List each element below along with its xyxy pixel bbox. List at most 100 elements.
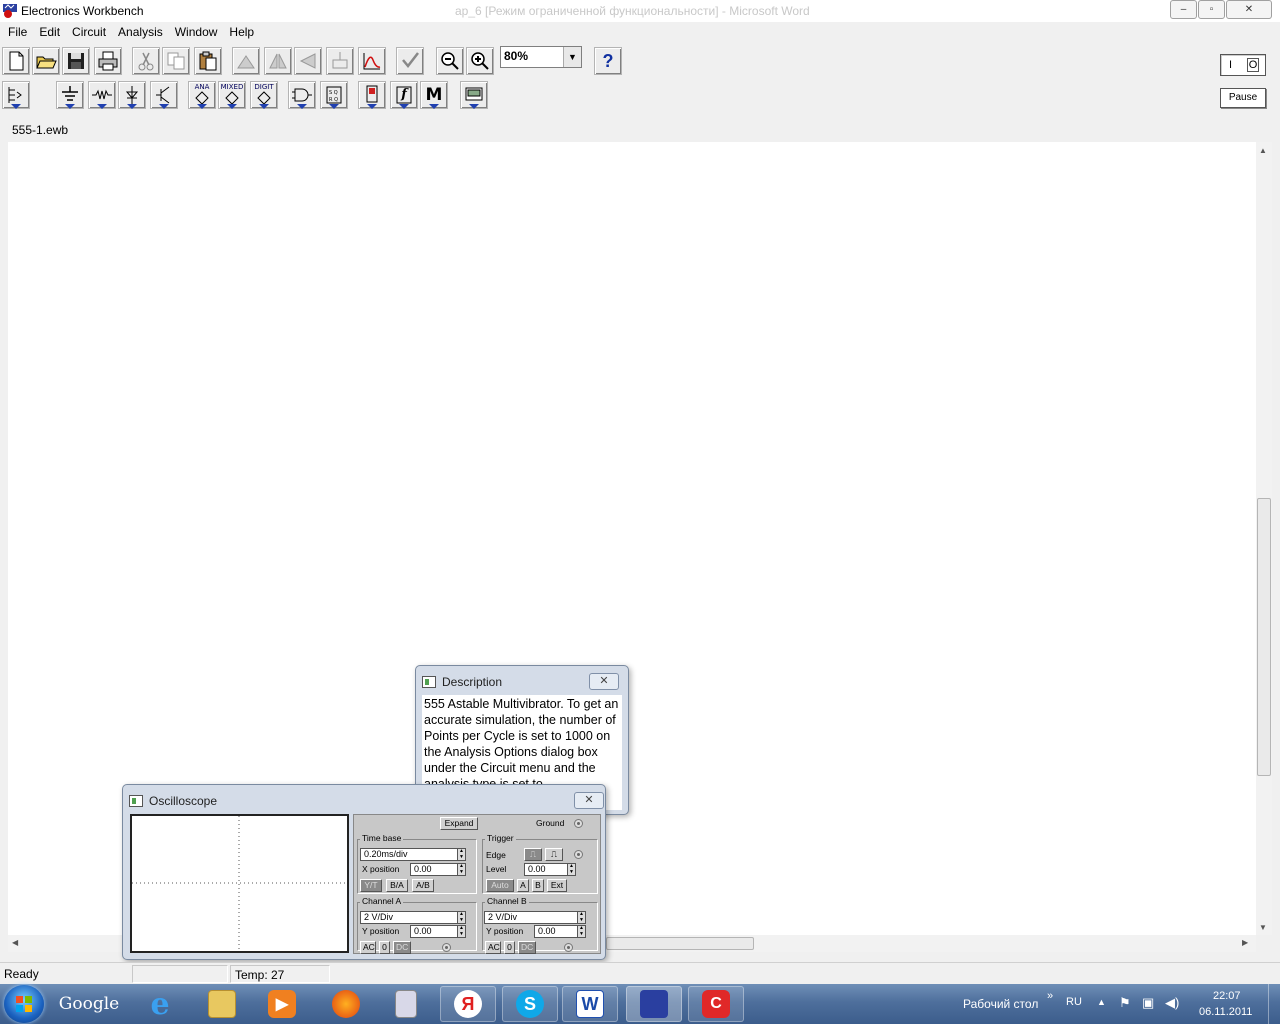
description-title-bar[interactable]: Description — [422, 672, 502, 692]
language-indicator[interactable]: RU — [1066, 996, 1082, 1008]
google-taskbar-button[interactable]: Google — [58, 986, 120, 1022]
rising-edge-button[interactable]: ⎍ — [524, 848, 542, 861]
controls-bin-button[interactable]: f — [390, 81, 418, 109]
channel-a-ypos-input[interactable]: 0.00 ▲ ▼ — [410, 925, 466, 938]
trigger-a-button[interactable]: A — [517, 879, 529, 892]
calculator-taskbar-button[interactable] — [378, 986, 434, 1022]
channel-b-dc-button[interactable]: DC — [518, 941, 536, 954]
spinner-icon[interactable]: ▲ ▼ — [457, 863, 466, 876]
channel-b-ypos-input[interactable]: 0.00 ▲ ▼ — [534, 925, 586, 938]
skype-taskbar-button[interactable]: S — [502, 986, 558, 1022]
menu-edit[interactable]: Edit — [33, 25, 66, 39]
app-taskbar-button[interactable]: C — [688, 986, 744, 1022]
transistors-bin-button[interactable] — [150, 81, 178, 109]
vertical-scroll-thumb[interactable] — [1257, 498, 1271, 776]
save-button[interactable] — [62, 47, 90, 75]
ewb-taskbar-button[interactable] — [626, 986, 682, 1022]
scroll-right-icon[interactable]: ▶ — [1242, 938, 1248, 947]
miscellaneous-bin-button[interactable]: M — [420, 81, 448, 109]
media-player-taskbar-button[interactable]: ▶ — [254, 986, 310, 1022]
minimize-button[interactable]: – — [1170, 0, 1197, 19]
analog-ics-bin-button[interactable]: ANA — [188, 81, 216, 109]
channel-b-zero-button[interactable]: 0 — [504, 941, 515, 954]
sources-bin-button[interactable] — [56, 81, 84, 109]
vertical-scrollbar[interactable]: ▲ ▼ — [1256, 142, 1272, 935]
spinner-icon[interactable]: ▲ ▼ — [567, 863, 576, 876]
start-button[interactable] — [4, 985, 44, 1023]
spinner-icon[interactable]: ▲ ▼ — [457, 925, 466, 938]
channel-a-ac-button[interactable]: AC — [360, 941, 376, 954]
menu-window[interactable]: Window — [169, 25, 224, 39]
power-switch[interactable]: I O — [1220, 54, 1266, 76]
channel-a-scale-input[interactable]: 2 V/Div ▲ ▼ — [360, 911, 466, 924]
horizontal-scroll-thumb[interactable] — [606, 937, 754, 950]
open-file-button[interactable] — [32, 47, 60, 75]
menu-help[interactable]: Help — [223, 25, 260, 39]
instruments-bin-button[interactable] — [460, 81, 488, 109]
menu-analysis[interactable]: Analysis — [112, 25, 169, 39]
clock-date[interactable]: 06.11.2011 — [1199, 1006, 1252, 1018]
logic-gates-bin-button[interactable] — [288, 81, 316, 109]
mixed-ics-bin-button[interactable]: MIXED — [218, 81, 246, 109]
expand-button[interactable]: Expand — [440, 817, 478, 830]
tray-expand-icon[interactable]: ▲ — [1097, 997, 1106, 1007]
trigger-b-button[interactable]: B — [532, 879, 544, 892]
channel-a-dc-button[interactable]: DC — [393, 941, 411, 954]
falling-edge-button[interactable]: ⎍ — [545, 848, 563, 861]
ground-terminal[interactable] — [574, 819, 583, 828]
channel-a-terminal[interactable] — [442, 943, 451, 952]
help-button[interactable]: ? — [594, 47, 622, 75]
explorer-taskbar-button[interactable] — [194, 986, 250, 1022]
basic-bin-button[interactable] — [88, 81, 116, 109]
scroll-down-icon[interactable]: ▼ — [1259, 923, 1267, 932]
trigger-auto-button[interactable]: Auto — [486, 879, 514, 892]
ie-taskbar-button[interactable]: e — [132, 986, 188, 1022]
ab-mode-button[interactable]: A/B — [412, 879, 434, 892]
x-position-input[interactable]: 0.00 ▲ ▼ — [410, 863, 466, 876]
chevron-down-icon[interactable]: ▼ — [563, 47, 581, 67]
menu-file[interactable]: File — [2, 25, 33, 39]
oscilloscope-close-button[interactable]: ✕ — [574, 792, 604, 809]
channel-b-ac-button[interactable]: AC — [485, 941, 501, 954]
oscilloscope-title-bar[interactable]: Oscilloscope — [129, 791, 217, 811]
zoom-in-button[interactable] — [466, 47, 494, 75]
volume-icon[interactable]: ◀) — [1165, 995, 1179, 1011]
toolbar-chevron[interactable]: » — [1047, 990, 1053, 1002]
paste-button[interactable] — [194, 47, 222, 75]
new-file-button[interactable] — [2, 47, 30, 75]
scroll-left-icon[interactable]: ◀ — [12, 938, 18, 947]
level-input[interactable]: 0.00 ▲ ▼ — [524, 863, 576, 876]
network-icon[interactable]: ▣ — [1142, 995, 1154, 1011]
favorites-bin-button[interactable] — [2, 81, 30, 109]
flip-vertical-button[interactable] — [294, 47, 322, 75]
maximize-button[interactable]: ▫ — [1198, 0, 1225, 19]
zoom-select[interactable]: 80% ▼ — [500, 46, 582, 68]
rotate-button[interactable] — [232, 47, 260, 75]
pause-button[interactable]: Pause — [1220, 88, 1266, 108]
component-properties-button[interactable] — [396, 47, 424, 75]
diodes-bin-button[interactable] — [118, 81, 146, 109]
yt-mode-button[interactable]: Y/T — [360, 879, 382, 892]
flip-horizontal-button[interactable] — [264, 47, 292, 75]
digital-ics-bin-button[interactable]: DIGIT — [250, 81, 278, 109]
trigger-terminal[interactable] — [574, 850, 583, 859]
indicators-bin-button[interactable] — [358, 81, 386, 109]
firefox-taskbar-button[interactable] — [318, 986, 374, 1022]
channel-b-terminal[interactable] — [564, 943, 573, 952]
channel-b-scale-input[interactable]: 2 V/Div ▲ ▼ — [484, 911, 586, 924]
description-close-button[interactable]: ✕ — [589, 673, 619, 690]
menu-circuit[interactable]: Circuit — [66, 25, 112, 39]
analysis-graphs-button[interactable] — [358, 47, 386, 75]
yandex-taskbar-button[interactable]: Я — [440, 986, 496, 1022]
close-button[interactable]: ✕ — [1226, 0, 1272, 19]
ba-mode-button[interactable]: B/A — [386, 879, 408, 892]
spinner-icon[interactable]: ▲ ▼ — [457, 848, 466, 861]
cut-button[interactable] — [132, 47, 160, 75]
flag-icon[interactable]: ⚑ — [1119, 995, 1131, 1011]
digital-bin-button[interactable]: S QR Q — [320, 81, 348, 109]
channel-a-zero-button[interactable]: 0 — [379, 941, 390, 954]
subcircuit-button[interactable] — [326, 47, 354, 75]
spinner-icon[interactable]: ▲ ▼ — [457, 911, 466, 924]
zoom-out-button[interactable] — [436, 47, 464, 75]
time-base-input[interactable]: 0.20ms/div ▲ ▼ — [360, 848, 466, 861]
